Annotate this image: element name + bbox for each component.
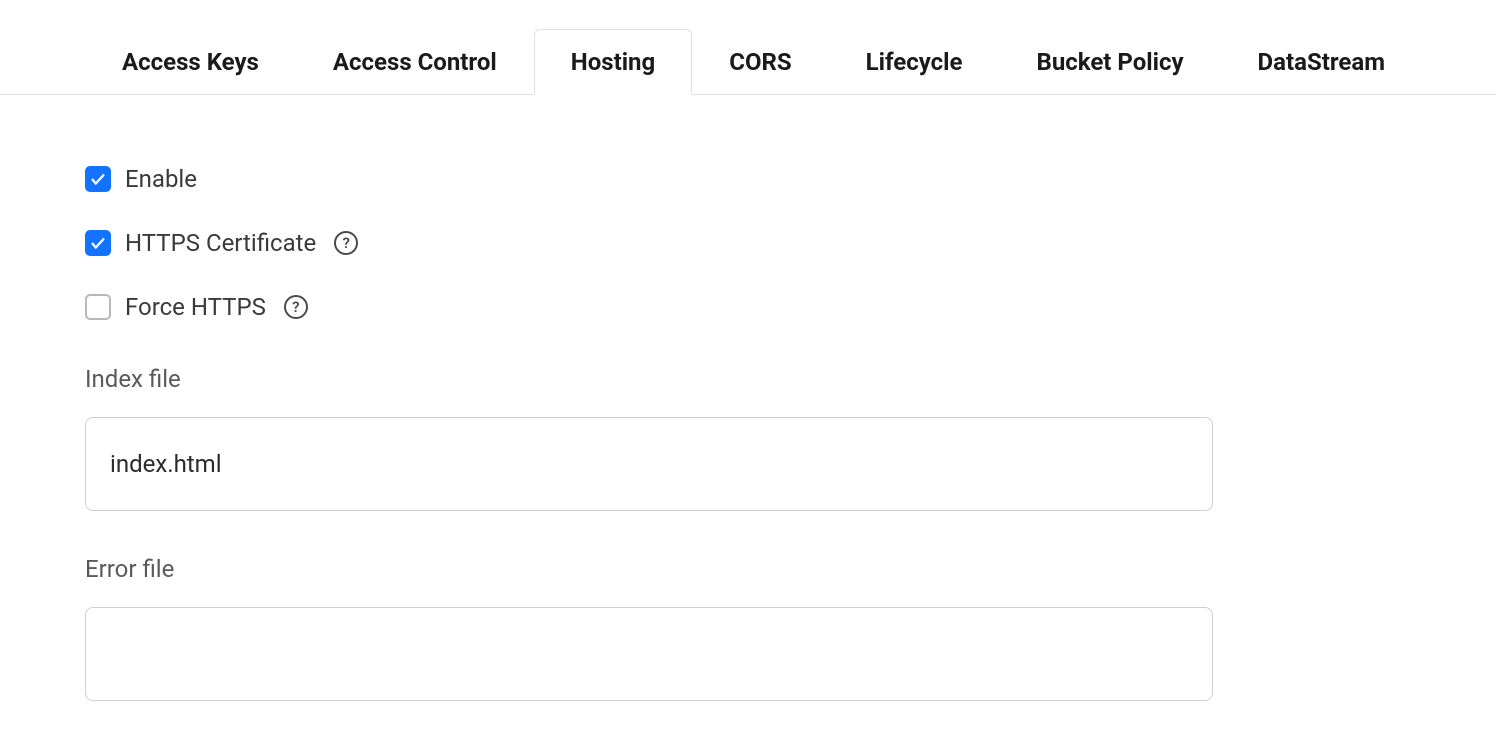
tabs-bar: Access Keys Access Control Hosting CORS … [0,0,1496,95]
error-file-group: Error file [85,555,1411,701]
hosting-panel: Enable HTTPS Certificate ? Force HTTPS ?… [0,95,1496,741]
https-certificate-label: HTTPS Certificate [125,229,316,257]
force-https-label: Force HTTPS [125,293,266,321]
tab-bucket-policy[interactable]: Bucket Policy [1000,29,1221,95]
tab-access-control[interactable]: Access Control [296,29,534,95]
error-file-label: Error file [85,555,1411,583]
tab-lifecycle[interactable]: Lifecycle [829,29,1000,95]
help-icon[interactable]: ? [334,231,358,255]
tab-cors[interactable]: CORS [692,29,828,95]
error-file-input[interactable] [85,607,1213,701]
tab-access-keys[interactable]: Access Keys [85,29,296,95]
https-certificate-checkbox[interactable] [85,230,111,256]
enable-label: Enable [125,165,197,193]
force-https-row: Force HTTPS ? [85,293,1411,321]
enable-row: Enable [85,165,1411,193]
check-icon [89,170,107,188]
index-file-input[interactable] [85,417,1213,511]
tab-datastream[interactable]: DataStream [1221,29,1422,95]
index-file-label: Index file [85,365,1411,393]
enable-checkbox[interactable] [85,166,111,192]
help-icon[interactable]: ? [284,295,308,319]
tab-hosting[interactable]: Hosting [534,29,692,95]
force-https-checkbox[interactable] [85,294,111,320]
check-icon [89,234,107,252]
index-file-group: Index file [85,365,1411,511]
https-certificate-row: HTTPS Certificate ? [85,229,1411,257]
